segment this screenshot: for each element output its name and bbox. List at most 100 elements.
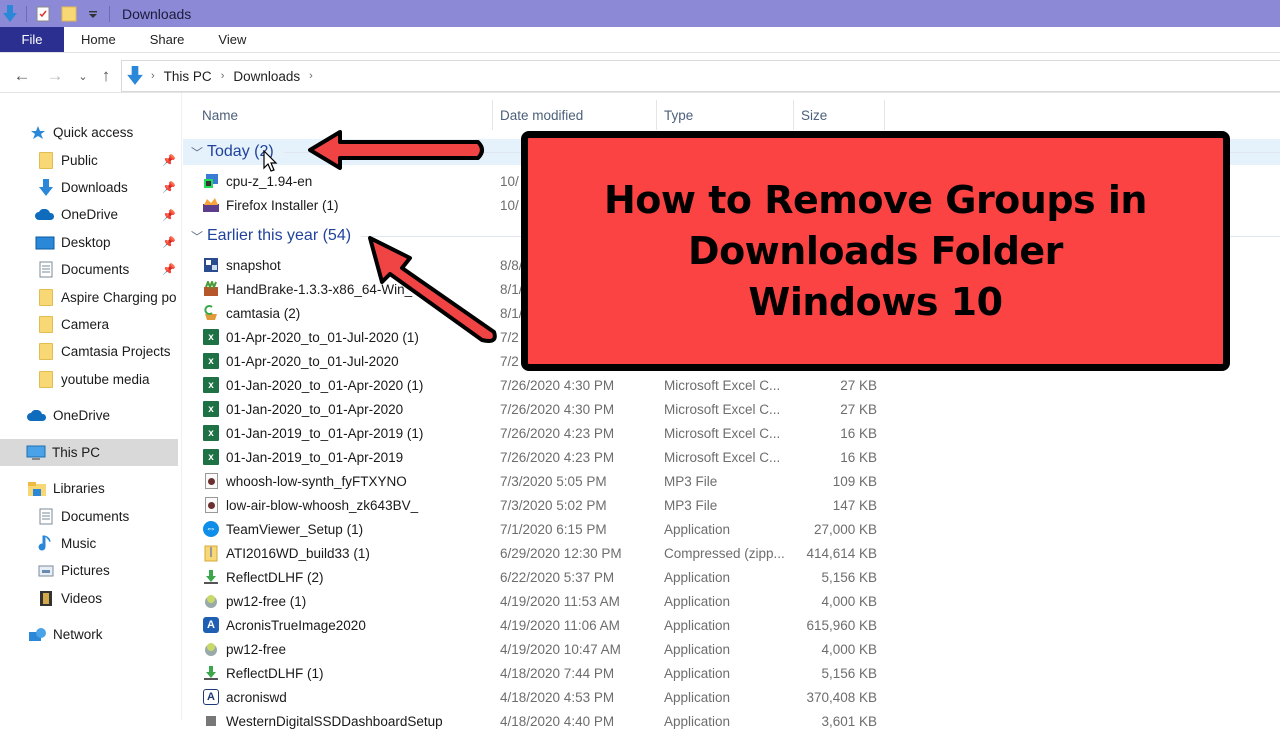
file-type: Microsoft Excel C... — [664, 377, 781, 393]
pin-icon[interactable]: 📌 — [162, 236, 176, 249]
excel-icon: x — [202, 400, 220, 418]
file-row[interactable]: pw12-free (1) 4/19/2020 11:53 AM Applicati… — [183, 589, 883, 613]
banner-text: How to Remove Groups in Downloads Folder… — [604, 177, 1147, 324]
column-divider[interactable] — [884, 100, 885, 130]
file-size: 615,960 KB — [806, 617, 877, 633]
column-divider[interactable] — [492, 100, 493, 130]
file-size: 16 KB — [840, 449, 877, 465]
downloads-icon — [37, 178, 55, 197]
pw-installer-icon — [202, 592, 220, 610]
up-button[interactable]: ↑ — [93, 63, 119, 89]
file-type: Application — [664, 593, 731, 609]
sidebar-item-quick-access[interactable]: Quick access — [29, 120, 207, 145]
file-row[interactable]: A AcronisTrueImage2020 4/19/2020 11:06 AM A… — [183, 613, 883, 637]
pin-icon[interactable]: 📌 — [162, 181, 176, 194]
breadcrumb-separator[interactable]: › — [304, 70, 318, 82]
file-row[interactable]: ReflectDLHF (1) 4/18/2020 7:44 PM Applicat… — [183, 661, 883, 685]
download-arrow-icon[interactable] — [0, 3, 20, 25]
libraries-icon — [27, 480, 47, 498]
tab-share[interactable]: Share — [133, 27, 202, 52]
file-row[interactable]: x 01-Jan-2020_to_01-Apr-2020 (1) 7/26/2020… — [183, 373, 883, 397]
file-row[interactable]: x 01-Jan-2020_to_01-Apr-2020 7/26/2020 4:3… — [183, 397, 883, 421]
sidebar-item-network[interactable]: Network — [27, 622, 205, 647]
column-header-type[interactable]: Type — [664, 100, 693, 130]
file-date-modified: 7/1/2020 6:15 PM — [500, 521, 607, 537]
sidebar-item-this-pc[interactable]: This PC — [0, 439, 178, 466]
file-date-modified: 7/26/2020 4:30 PM — [500, 401, 615, 417]
file-size: 5,156 KB — [821, 665, 877, 681]
file-row[interactable]: low-air-blow-whoosh_zk643BV_ 7/3/2020 5:0… — [183, 493, 883, 517]
address-bar[interactable]: › This PC › Downloads › — [121, 60, 1280, 92]
file-date-modified: 6/22/2020 5:37 PM — [500, 569, 615, 585]
sidebar-item-onedrive[interactable]: OneDrive — [27, 403, 205, 428]
tab-file[interactable]: File — [0, 27, 64, 52]
pin-icon[interactable]: 📌 — [162, 154, 176, 167]
music-icon — [37, 535, 55, 553]
file-name: pw12-free — [226, 641, 287, 657]
file-type: Microsoft Excel C... — [664, 401, 781, 417]
file-row[interactable]: WesternDigitalSSDDashboardSetup 4/18/2020… — [183, 709, 883, 733]
properties-icon[interactable] — [33, 3, 53, 25]
onedrive-icon — [35, 206, 55, 224]
file-date-modified: 7/2 — [500, 353, 519, 369]
chevron-down-icon[interactable]: ﹀ — [187, 144, 207, 161]
file-type: Microsoft Excel C... — [664, 425, 781, 441]
column-divider[interactable] — [656, 100, 657, 130]
file-row[interactable]: x 01-Jan-2019_to_01-Apr-2019 (1) 7/26/2020… — [183, 421, 883, 445]
new-folder-icon[interactable] — [59, 3, 79, 25]
column-divider[interactable] — [793, 100, 794, 130]
wd-setup-icon — [202, 712, 220, 730]
forward-button[interactable]: → — [42, 63, 68, 89]
breadcrumb-this-pc[interactable]: This PC — [160, 69, 216, 84]
file-type: Application — [664, 713, 731, 729]
file-type: MP3 File — [664, 497, 718, 513]
breadcrumb-downloads[interactable]: Downloads — [229, 69, 304, 84]
folder-icon — [37, 343, 55, 361]
file-name: 01-Apr-2020_to_01-Jul-2020 — [226, 353, 399, 369]
onedrive-icon — [27, 407, 47, 425]
file-size: 5,156 KB — [821, 569, 877, 585]
customize-dropdown-icon[interactable] — [83, 3, 103, 25]
file-size: 109 KB — [832, 473, 877, 489]
file-name: AcronisTrueImage2020 — [226, 617, 366, 633]
file-date-modified: 4/19/2020 11:53 AM — [500, 593, 620, 609]
file-name: WesternDigitalSSDDashboardSetup — [226, 713, 443, 729]
back-button[interactable]: ← — [9, 63, 35, 89]
file-name: pw12-free (1) — [226, 593, 307, 609]
file-row[interactable]: whoosh-low-synth_fyFTXYNO 7/3/2020 5:05 P… — [183, 469, 883, 493]
documents-icon — [37, 261, 55, 279]
pin-icon[interactable]: 📌 — [162, 209, 176, 222]
column-header-date-modified[interactable]: Date modified — [500, 100, 583, 130]
file-type: Application — [664, 569, 731, 585]
sidebar-item-libraries[interactable]: Libraries — [27, 476, 205, 501]
column-header-size[interactable]: Size — [801, 100, 827, 130]
tab-home[interactable]: Home — [64, 27, 133, 52]
file-row[interactable]: Aacroniswd 4/18/2020 4:53 PM Application 37… — [183, 685, 883, 709]
breadcrumb-separator[interactable]: › — [216, 70, 230, 82]
tab-view[interactable]: View — [201, 27, 263, 52]
file-name: 01-Jan-2020_to_01-Apr-2020 (1) — [226, 377, 424, 393]
file-name: low-air-blow-whoosh_zk643BV_ — [226, 497, 419, 513]
navigation-bar: ← → ⌄ ↑ › This PC › Downloads › — [0, 60, 1280, 93]
file-size: 414,614 KB — [806, 545, 877, 561]
firefox-installer-icon — [202, 196, 220, 214]
pin-icon[interactable]: 📌 — [162, 263, 176, 276]
file-date-modified: 7/26/2020 4:23 PM — [500, 449, 615, 465]
computer-icon — [26, 444, 46, 462]
file-row[interactable]: ATI2016WD_build33 (1) 6/29/2020 12:30 PM C… — [183, 541, 883, 565]
file-size: 27 KB — [840, 401, 877, 417]
column-header-name[interactable]: Name — [202, 100, 238, 130]
window-title: Downloads — [122, 5, 192, 22]
file-row[interactable]: pw12-free 4/19/2020 10:47 AM Application 4,… — [183, 637, 883, 661]
file-date-modified: 7/2 — [500, 329, 519, 345]
cpuz-installer-icon — [202, 172, 220, 190]
ribbon-tabs: File Home Share View — [0, 27, 1280, 53]
file-row[interactable]: x 01-Jan-2019_to_01-Apr-2019 7/26/2020 4:2… — [183, 445, 883, 469]
file-date-modified: 8/1/ — [500, 281, 523, 297]
forward-arrow-icon: → — [46, 66, 64, 85]
chevron-down-icon[interactable]: ﹀ — [187, 228, 207, 245]
file-row[interactable]: ReflectDLHF (2) 6/22/2020 5:37 PM Applicat… — [183, 565, 883, 589]
file-row[interactable]: ⇔ TeamViewer_Setup (1) 7/1/2020 6:15 PM App… — [183, 517, 883, 541]
file-type: Compressed (zipp... — [664, 545, 785, 561]
snapshot-app-icon — [202, 256, 220, 274]
